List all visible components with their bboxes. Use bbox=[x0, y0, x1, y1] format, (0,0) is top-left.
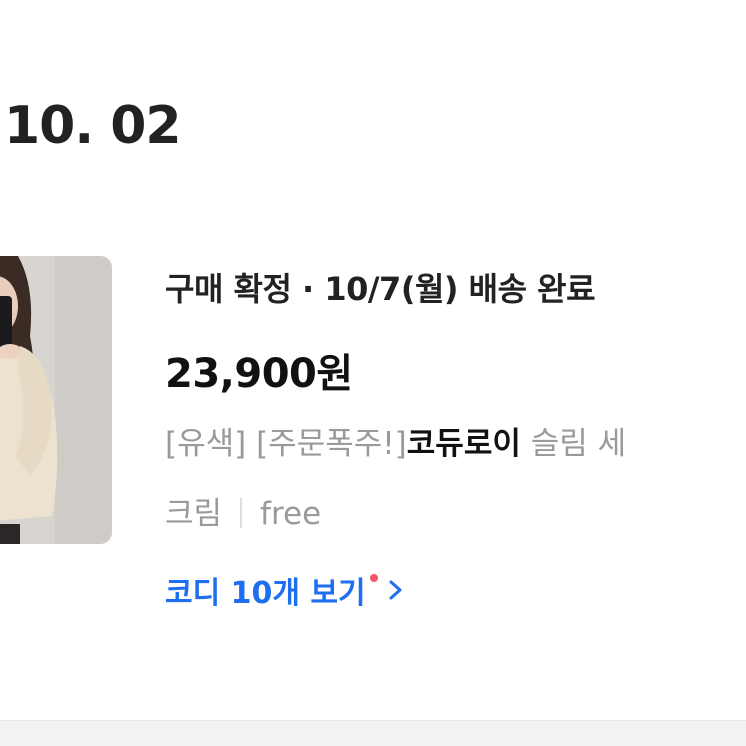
codi-view-label: 코디 10개 보기 bbox=[165, 576, 366, 611]
product-title-brand: 코듀로이 bbox=[406, 426, 521, 462]
order-date-heading: 10. 02 bbox=[4, 96, 182, 156]
product-title-tail: 슬림 세 bbox=[520, 426, 627, 462]
order-price: 23,900원 bbox=[165, 351, 353, 397]
section-divider bbox=[0, 720, 746, 746]
product-photo bbox=[0, 256, 112, 544]
new-badge-dot bbox=[369, 574, 378, 582]
order-history-page: 10. 02 구매 확정 · 10/7(월) 배송 완료 23,900원 [유색… bbox=[0, 0, 746, 746]
order-status: 구매 확정 · 10/7(월) 배송 완료 bbox=[165, 270, 596, 308]
product-title-prefix: [유색] [주문폭주!] bbox=[165, 426, 407, 462]
product-thumbnail[interactable] bbox=[0, 256, 112, 544]
option-color: 크림 bbox=[165, 496, 223, 532]
chevron-right-icon bbox=[388, 578, 404, 602]
product-option: 크림 free bbox=[165, 488, 321, 533]
product-title[interactable]: [유색] [주문폭주!]코듀로이 슬림 세 bbox=[165, 418, 626, 463]
codi-view-link[interactable]: 코디 10개 보기 bbox=[165, 568, 404, 612]
option-divider bbox=[240, 498, 243, 528]
option-size: free bbox=[260, 496, 322, 532]
